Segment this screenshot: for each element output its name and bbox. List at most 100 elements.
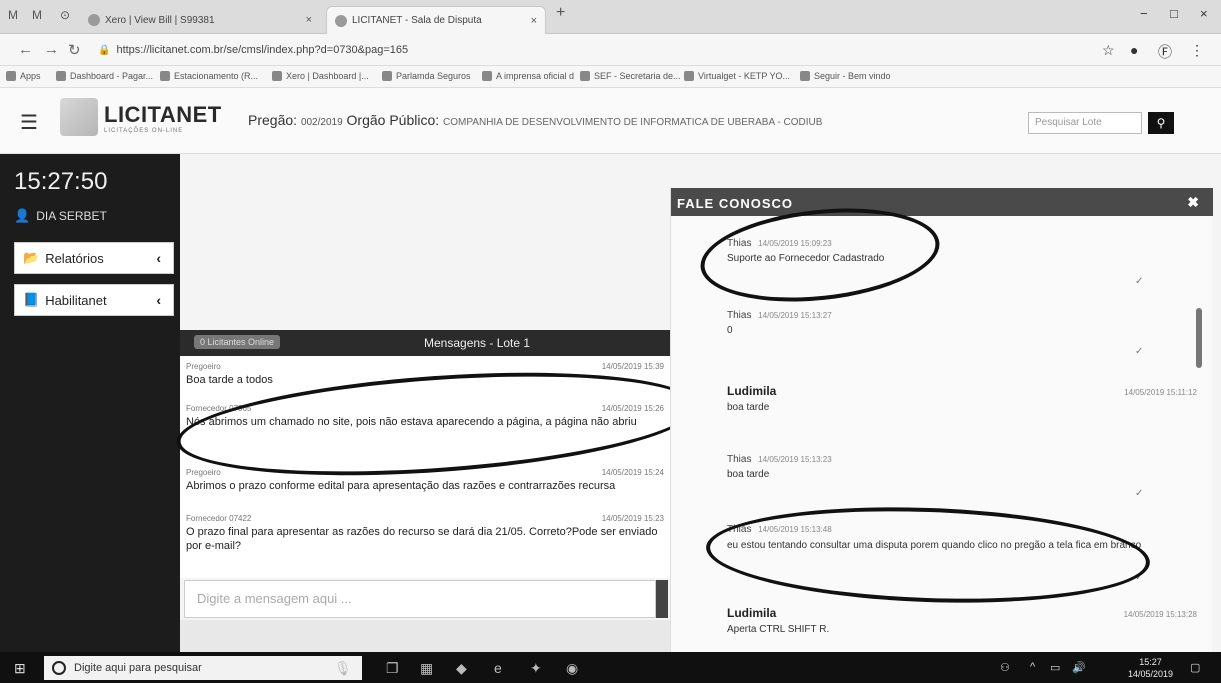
bookmark-label: Estacionamento (R... [174,71,259,81]
chat-panel: FALE CONOSCO ✖ Thias 14/05/2019 15:09:23… [670,188,1213,652]
people-icon[interactable]: ⚇ [1000,661,1010,674]
messages-header: 0 Licitantes Online Mensagens - Lote 1 [180,330,670,356]
tray-arrow-icon[interactable]: ^ [1030,661,1035,673]
bookmark-icon [382,71,392,81]
sidebar-item-relatorios[interactable]: 📂 Relatórios ‹ [14,242,174,274]
bookmark-icon [272,71,282,81]
app-header: ☰ LICITANET LICITAÇÕES ON-LINE Pregão: 0… [0,88,1221,154]
bookmark-sef[interactable]: SEF - Secretaria de... [580,71,681,81]
chat-text: 0 [727,325,733,336]
bookmark-label: Seguir - Bem vindo [814,71,891,81]
message-time: 14/05/2019 15:24 [601,468,664,477]
volume-icon[interactable]: 🔊 [1072,661,1086,674]
panel-footer [180,620,670,652]
bookmark-label: Virtualget - KETP YO... [698,71,791,81]
chat-message: Ludimila 14/05/2019 15:13:28 Aperta CTRL… [727,606,1197,635]
taskbar-clock[interactable]: 15:27 14/05/2019 [1128,656,1173,680]
message-text: Boa tarde a todos [186,374,273,386]
chat-header: FALE CONOSCO ✖ [671,188,1213,216]
bookmark-apps[interactable]: Apps [6,71,41,81]
windows-start-icon[interactable]: ⊞ [14,660,26,677]
lote-search-input[interactable]: Pesquisar Lote [1028,112,1142,134]
app-icon[interactable]: ◆ [456,660,467,677]
maximize-icon[interactable]: □ [1170,6,1178,21]
chat-author: Ludimila [727,384,777,398]
extension-icon[interactable]: ● [1130,42,1138,58]
network-icon[interactable]: ▭ [1050,661,1060,674]
window-close-icon[interactable]: × [1200,6,1208,21]
gmail-tab-2[interactable]: M [32,8,42,22]
sidebar-item-habilitanet[interactable]: 📘 Habilitanet ‹ [14,284,174,316]
orgao-label: Orgão Público: [346,112,440,128]
star-icon[interactable]: ☆ [1102,42,1115,59]
chat-author: Thias [727,310,752,321]
reload-icon[interactable]: ↻ [68,41,81,59]
bookmark-virtualget[interactable]: Virtualget - KETP YO... [684,71,790,81]
address-bar-row: ← → ↻ 🔒 https://licitanet.com.br/se/cmsl… [0,34,1221,66]
url-field[interactable]: 🔒 https://licitanet.com.br/se/cmsl/index… [98,40,1078,60]
send-button[interactable] [656,580,668,618]
profile-icon[interactable]: Ⓕ [1158,42,1172,62]
book-icon: 📘 [23,292,40,307]
minimize-icon[interactable]: − [1140,6,1148,21]
hamburger-menu-icon[interactable]: ☰ [20,110,38,135]
tab-xero-bill[interactable]: Xero | View Bill | S99381 × [80,6,320,34]
message-text: O prazo final para apresentar as razões … [186,526,658,552]
bookmark-estacionamento[interactable]: Estacionamento (R... [160,71,258,81]
orgao-name: COMPANHIA DE DESENVOLVIMENTO DE INFORMAT… [443,117,823,128]
bookmark-parlamda[interactable]: Parlamda Seguros [382,71,471,81]
tab-label: Xero | View Bill | S99381 [105,14,215,26]
notification-icon[interactable]: ▢ [1190,661,1200,674]
tab-licitanet[interactable]: LICITANET - Sala de Disputa × [326,6,546,34]
check-icon: ✓ [1135,276,1144,287]
close-icon[interactable]: × [306,14,312,26]
close-icon[interactable]: ✖ [1187,194,1199,211]
close-icon[interactable]: × [531,15,537,27]
messages-list: Pregoeiro 14/05/2019 15:39 Boa tarde a t… [180,356,670,578]
pregao-info: Pregão: 002/2019 Orgão Público: COMPANHI… [248,112,822,128]
chrome-tab-icon[interactable]: ⊙ [60,8,70,22]
chat-scrollbar[interactable] [1196,308,1202,368]
microphone-icon[interactable]: 🎙 [334,660,352,677]
back-arrow-icon[interactable]: ← [18,41,33,58]
bookmark-icon [684,71,694,81]
chat-author: Ludimila [727,606,777,620]
bookmark-icon [482,71,492,81]
logo-subtitle: LICITAÇÕES ON-LINE [104,128,184,134]
chevron-left-icon: ‹ [156,292,161,308]
forward-arrow-icon[interactable]: → [44,41,59,58]
user-info: 👤 DIA SERBET [14,208,107,224]
bookmark-seguir[interactable]: Seguir - Bem vindo [800,71,891,81]
chat-message: Ludimila 14/05/2019 15:11:12 boa tarde [727,384,1197,413]
taskbar-search[interactable]: Digite aqui para pesquisar [44,656,362,680]
chat-message: Thias 14/05/2019 15:13:23 boa tarde [727,454,1147,480]
bookmark-xero[interactable]: Xero | Dashboard |... [272,71,369,81]
edge-icon[interactable]: e [494,660,502,676]
task-view-icon[interactable]: ❐ [386,660,399,677]
pregao-label: Pregão: [248,112,298,128]
chat-message: Thias 14/05/2019 15:13:48 eu estou tenta… [727,524,1147,552]
gmail-tab-1[interactable]: M [8,8,18,22]
bookmark-imprensa[interactable]: A imprensa oficial d [482,71,574,81]
message-author: Fornecedor 07422 [186,514,252,523]
chat-title: FALE CONOSCO [677,196,794,211]
message-item: Pregoeiro 14/05/2019 15:39 Boa tarde a t… [186,362,666,387]
licitanet-logo-icon [60,98,98,136]
message-input[interactable]: Digite a mensagem aqui ... [184,580,656,618]
clock: 15:27:50 [14,168,108,195]
message-text: Abrimos o prazo conforme edital para apr… [186,480,616,492]
folder-icon: 📂 [23,250,40,265]
new-tab-icon[interactable]: + [556,4,565,22]
message-author: Fornecedor 07365 [186,404,252,413]
chrome-icon[interactable]: ◉ [566,660,578,677]
cortana-icon [52,661,66,675]
url-text: https://licitanet.com.br/se/cmsl/index.p… [116,44,409,56]
bookmark-label: Dashboard - Pagar... [70,71,154,81]
search-icon[interactable]: ⚲ [1148,112,1174,134]
menu-dots-icon[interactable]: ⋮ [1190,42,1204,59]
logo-text: LICITANET [104,102,222,127]
chat-author: Thias [727,238,752,249]
file-explorer-icon[interactable]: ▦ [420,660,433,677]
bookmark-dashboard[interactable]: Dashboard - Pagar... [56,71,153,81]
app-icon[interactable]: ✦ [530,660,542,677]
